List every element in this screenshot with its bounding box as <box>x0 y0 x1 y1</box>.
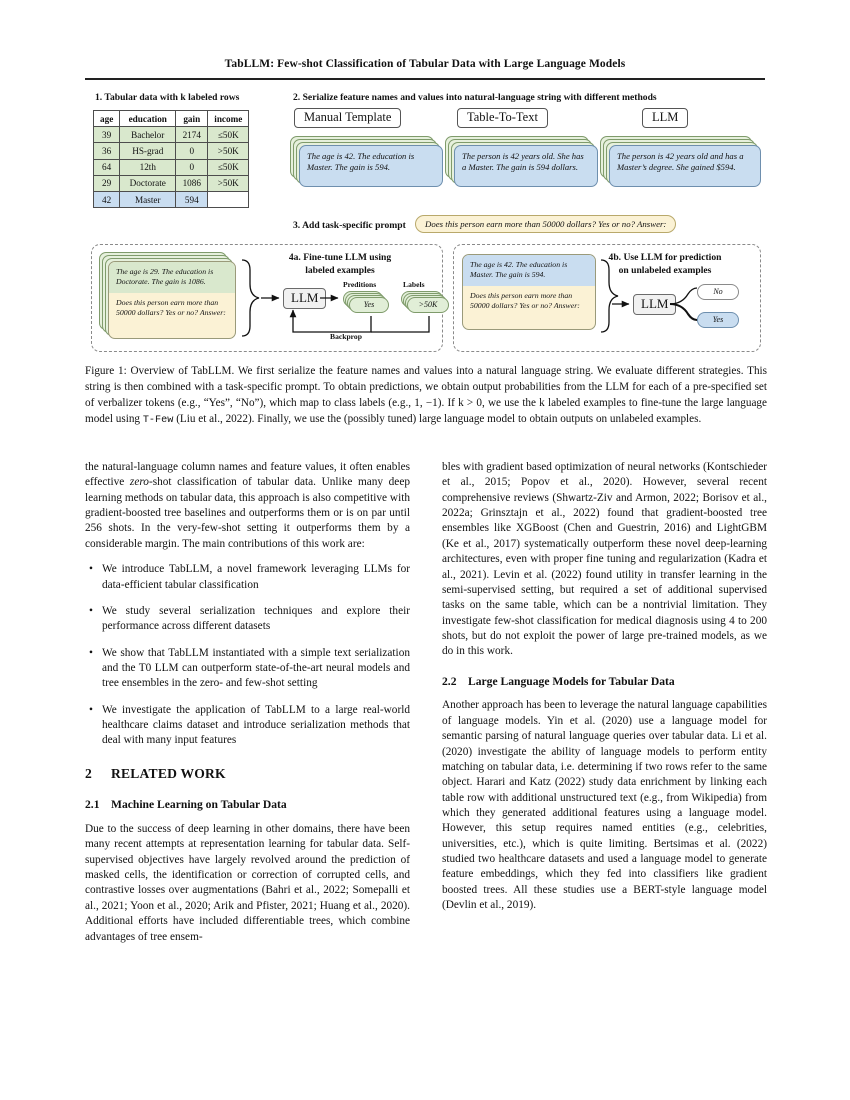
cell-gain: 594 <box>175 190 209 209</box>
cell-education: Master <box>119 190 177 209</box>
cell-education: Doctorate <box>119 174 177 192</box>
column-header-gain: gain <box>175 109 209 128</box>
caption-part2: (Liu et al., 2022). Finally, we use the … <box>173 412 702 425</box>
prediction-pill-stack: Yes <box>343 291 393 313</box>
cell-age: 39 <box>92 126 121 144</box>
paragraph-continuation: bles with gradient based optimization of… <box>442 461 767 658</box>
body-column-right: bles with gradient based optimization of… <box>442 460 767 922</box>
method-header-llm: LLM <box>642 108 689 128</box>
cell-gain: 1086 <box>175 174 209 192</box>
subsection-title: Large Language Models for Tabular Data <box>468 674 675 688</box>
body-column-left: the natural-language column names and fe… <box>85 460 410 953</box>
column-header-age: age <box>92 109 121 128</box>
list-item: We introduce TabLLM, a novel framework l… <box>89 562 410 593</box>
cell-gain: 2174 <box>175 126 209 144</box>
subsection-title: Machine Learning on Tabular Data <box>111 798 287 812</box>
combined-card-4b-wrap: The age is 42. The education is Master. … <box>462 254 602 336</box>
cell-education: 12th <box>119 158 177 176</box>
caption-mono-tfew: T-Few <box>142 414 174 426</box>
cell-age: 64 <box>92 158 121 176</box>
table-row: 36 HS-grad 0 >50K <box>92 142 250 160</box>
section-number: 2 <box>85 765 92 781</box>
tabular-data-table: age education gain income 39 Bachelor 21… <box>92 109 250 209</box>
cell-age: 42 <box>92 190 121 209</box>
cell-gain: 0 <box>175 142 209 160</box>
cell-education: Bachelor <box>119 126 177 144</box>
labels-label: Labels <box>403 280 425 289</box>
section-heading-related-work: 2 RELATED WORK <box>85 765 410 783</box>
column-header-income: income <box>207 109 250 128</box>
prediction-pill-yes: Yes <box>349 297 389 313</box>
paragraph-llm-tabular: Another approach has been to leverage th… <box>442 699 767 912</box>
combined-card-4a: The age is 29. The education is Doctorat… <box>108 261 236 339</box>
panel-4b-title-line2: on unlabeled examples <box>618 264 712 276</box>
llm-box-4b: LLM <box>633 294 677 315</box>
panel-4b-title: 4b. Use LLM for prediction on unlabeled … <box>575 252 755 277</box>
running-head: TabLLM: Few-shot Classification of Tabul… <box>224 58 626 70</box>
table-row-unlabeled: 42 Master 594 <box>92 190 250 209</box>
panel-4b-title-line1: 4b. Use LLM for prediction <box>608 252 722 263</box>
list-item: We investigate the application of TabLLM… <box>89 703 410 749</box>
method-header-manual-template: Manual Template <box>294 108 402 128</box>
list-item: We show that TabLLM instantiated with a … <box>89 646 410 692</box>
intro-italic-zero: zero <box>129 476 149 489</box>
serialized-card-stack-manual: The age is 42. The education is Master. … <box>290 136 443 187</box>
predictions-label: Preditions <box>343 280 377 289</box>
figure-caption: Figure 1: Overview of TabLLM. We first s… <box>85 364 767 428</box>
output-pill-no: No <box>697 284 739 300</box>
card-prompt-text-4a: Does this person earn more than 50000 do… <box>109 292 235 325</box>
table-row: 64 12th 0 ≤50K <box>92 158 250 176</box>
cell-education: HS-grad <box>119 142 177 160</box>
subsection-heading-ml-tabular: 2.1 Machine Learning on Tabular Data <box>85 797 410 813</box>
cell-income: ≤50K <box>207 158 250 176</box>
serialized-card-stack-table-to-text: The person is 42 years old. She has a Ma… <box>445 136 598 187</box>
serialized-card-text: The person is 42 years old. She has a Ma… <box>454 145 598 187</box>
task-specific-prompt: Does this person earn more than 50000 do… <box>415 215 677 233</box>
panel-4a-title: 4a. Fine-tune LLM using labeled examples <box>245 252 435 277</box>
card-serialized-text-4a: The age is 29. The education is Doctorat… <box>109 262 235 293</box>
cell-age: 29 <box>92 174 121 192</box>
serialized-card-stack-llm: The person is 42 years old and has a Mas… <box>600 136 761 187</box>
card-prompt-text-4b: Does this person earn more than 50000 do… <box>463 285 595 318</box>
paragraph-ml-tabular: Due to the success of deep learning in o… <box>85 823 410 943</box>
output-pill-yes: Yes <box>697 312 739 328</box>
combined-card-stack-4a: The age is 29. The education is Doctorat… <box>99 252 239 344</box>
cell-gain: 0 <box>175 158 209 176</box>
label-pill-gt50k: >50K <box>407 297 449 313</box>
subsection-heading-llm-tabular: 2.2 Large Language Models for Tabular Dat… <box>442 674 767 690</box>
paper-page: TabLLM: Few-shot Classification of Tabul… <box>0 0 850 1100</box>
paragraph-intro: the natural-language column names and fe… <box>85 460 410 552</box>
cell-income: >50K <box>207 174 250 192</box>
serialized-card-text: The person is 42 years old and has a Mas… <box>609 145 761 187</box>
combined-card-4b: The age is 42. The education is Master. … <box>462 254 596 330</box>
serialized-card-text: The age is 42. The education is Master. … <box>299 145 443 187</box>
llm-box-4a: LLM <box>283 288 327 309</box>
cell-income-empty <box>207 190 250 209</box>
figure-step2-label: 2. Serialize feature names and values in… <box>293 92 657 103</box>
table-header-row: age education gain income <box>92 109 250 128</box>
backprop-label: Backprop <box>330 332 362 341</box>
header-rule <box>85 78 765 80</box>
card-serialized-text-4b: The age is 42. The education is Master. … <box>463 255 595 286</box>
section-title: RELATED WORK <box>111 765 226 781</box>
method-header-table-to-text: Table-To-Text <box>457 108 548 128</box>
contributions-list: We introduce TabLLM, a novel framework l… <box>85 562 410 749</box>
cell-age: 36 <box>92 142 121 160</box>
cell-income: ≤50K <box>207 126 250 144</box>
subsection-number: 2.1 <box>85 798 100 812</box>
column-header-education: education <box>119 109 177 128</box>
label-pill-stack: >50K <box>401 291 453 313</box>
table-row: 29 Doctorate 1086 >50K <box>92 174 250 192</box>
panel-4a-title-line1: 4a. Fine-tune LLM using <box>288 252 392 263</box>
panel-4a-title-line2: labeled examples <box>305 264 375 276</box>
figure-step3-label: 3. Add task-specific prompt <box>293 220 406 231</box>
cell-income: >50K <box>207 142 250 160</box>
subsection-number: 2.2 <box>442 674 457 688</box>
list-item: We study several serialization technique… <box>89 604 410 635</box>
figure-step1-label: 1. Tabular data with k labeled rows <box>95 92 240 103</box>
figure-1: 1. Tabular data with k labeled rows 2. S… <box>85 92 767 360</box>
table-row: 39 Bachelor 2174 ≤50K <box>92 126 250 144</box>
